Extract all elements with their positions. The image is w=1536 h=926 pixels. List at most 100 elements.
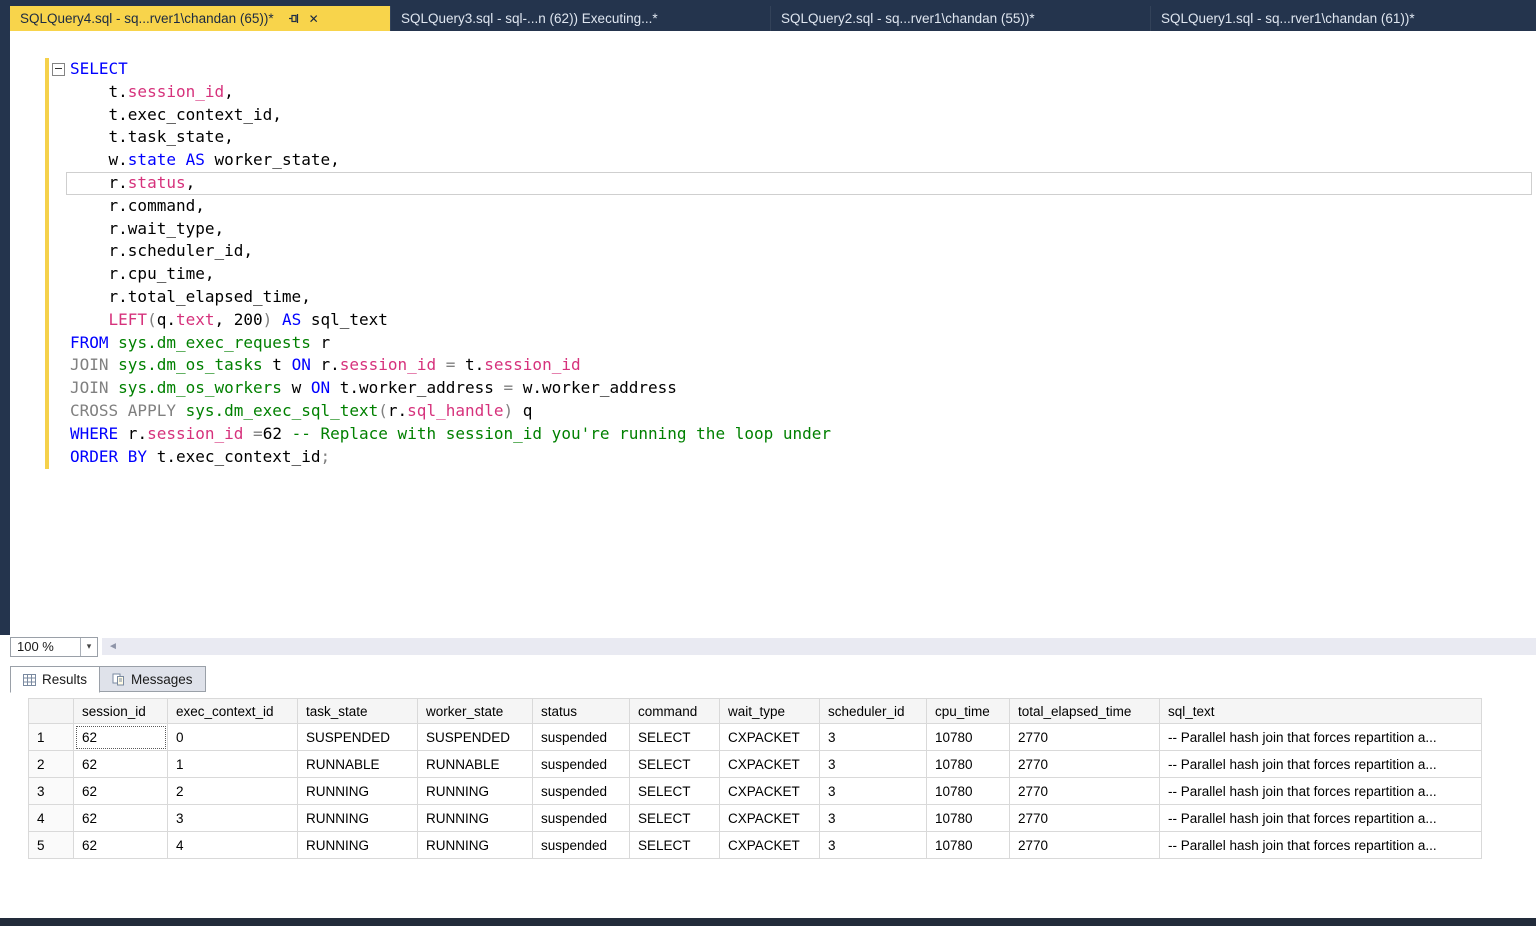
grid-cell[interactable]: 2770 bbox=[1010, 832, 1160, 859]
grid-cell[interactable]: 2770 bbox=[1010, 805, 1160, 832]
grid-column-header[interactable]: wait_type bbox=[720, 699, 820, 724]
grid-cell[interactable]: SUSPENDED bbox=[418, 724, 533, 751]
pin-icon[interactable] bbox=[288, 13, 299, 24]
grid-cell[interactable]: 2770 bbox=[1010, 778, 1160, 805]
grid-cell[interactable]: 2770 bbox=[1010, 751, 1160, 778]
grid-cell[interactable]: CXPACKET bbox=[720, 751, 820, 778]
grid-cell[interactable]: 62 bbox=[74, 724, 168, 751]
grid-row-header[interactable]: 2 bbox=[29, 751, 74, 778]
grid-cell[interactable]: 62 bbox=[74, 778, 168, 805]
grid-cell[interactable]: -- Parallel hash join that forces repart… bbox=[1160, 805, 1482, 832]
close-icon[interactable]: ✕ bbox=[309, 12, 319, 26]
chevron-down-icon[interactable]: ▾ bbox=[80, 638, 97, 656]
grid-row-header[interactable]: 3 bbox=[29, 778, 74, 805]
grid-cell[interactable]: SELECT bbox=[630, 805, 720, 832]
tab-label: SQLQuery2.sql - sq...rver1\chandan (55))… bbox=[781, 11, 1035, 26]
code-line: JOIN sys.dm_os_workers w ON t.worker_add… bbox=[70, 377, 1536, 400]
grid-cell[interactable]: 0 bbox=[168, 724, 298, 751]
grid-cell[interactable]: CXPACKET bbox=[720, 724, 820, 751]
grid-cell[interactable]: SELECT bbox=[630, 778, 720, 805]
grid-cell[interactable]: 3 bbox=[820, 724, 927, 751]
grid-column-header[interactable]: command bbox=[630, 699, 720, 724]
code-line: JOIN sys.dm_os_tasks t ON r.session_id =… bbox=[70, 354, 1536, 377]
grid-cell[interactable]: SUSPENDED bbox=[298, 724, 418, 751]
grid-cell[interactable]: 2770 bbox=[1010, 724, 1160, 751]
grid-column-header[interactable]: exec_context_id bbox=[168, 699, 298, 724]
grid-row-header[interactable]: 1 bbox=[29, 724, 74, 751]
grid-cell[interactable]: 2 bbox=[168, 778, 298, 805]
code-line: LEFT(q.text, 200) AS sql_text bbox=[70, 309, 1536, 332]
collapse-toggle-icon[interactable] bbox=[52, 63, 65, 76]
grid-cell[interactable]: 62 bbox=[74, 805, 168, 832]
grid-cell[interactable]: 10780 bbox=[927, 832, 1010, 859]
code-line: r.command, bbox=[70, 195, 1536, 218]
grid-cell[interactable]: RUNNING bbox=[298, 805, 418, 832]
code-line: WHERE r.session_id =62 -- Replace with s… bbox=[70, 423, 1536, 446]
grid-cell[interactable]: suspended bbox=[533, 832, 630, 859]
grid-corner-cell[interactable] bbox=[29, 699, 74, 724]
grid-cell[interactable]: 3 bbox=[820, 832, 927, 859]
grid-column-header[interactable]: worker_state bbox=[418, 699, 533, 724]
grid-cell[interactable]: RUNNING bbox=[418, 778, 533, 805]
document-tab[interactable]: SQLQuery1.sql - sq...rver1\chandan (61))… bbox=[1150, 6, 1536, 31]
table-row: 4623RUNNINGRUNNINGsuspendedSELECTCXPACKE… bbox=[29, 805, 1482, 832]
table-row: 5624RUNNINGRUNNINGsuspendedSELECTCXPACKE… bbox=[29, 832, 1482, 859]
grid-cell[interactable]: SELECT bbox=[630, 724, 720, 751]
grid-cell[interactable]: SELECT bbox=[630, 832, 720, 859]
grid-row-header[interactable]: 5 bbox=[29, 832, 74, 859]
grid-cell[interactable]: 62 bbox=[74, 832, 168, 859]
grid-cell[interactable]: -- Parallel hash join that forces repart… bbox=[1160, 778, 1482, 805]
tab-label: Messages bbox=[131, 672, 193, 687]
document-tab-active[interactable]: SQLQuery4.sql - sq...rver1\chandan (65))… bbox=[10, 6, 390, 31]
code-area[interactable]: SELECT t.session_id, t.exec_context_id, … bbox=[70, 58, 1536, 468]
grid-cell[interactable]: CXPACKET bbox=[720, 832, 820, 859]
grid-column-header[interactable]: cpu_time bbox=[927, 699, 1010, 724]
grid-cell[interactable]: 62 bbox=[74, 751, 168, 778]
grid-column-header[interactable]: total_elapsed_time bbox=[1010, 699, 1160, 724]
scroll-left-icon[interactable]: ◄ bbox=[108, 641, 118, 652]
grid-cell[interactable]: 10780 bbox=[927, 805, 1010, 832]
tab-messages[interactable]: Messages bbox=[100, 666, 206, 692]
grid-cell[interactable]: 10780 bbox=[927, 751, 1010, 778]
document-tab[interactable]: SQLQuery2.sql - sq...rver1\chandan (55))… bbox=[770, 6, 1150, 31]
zoom-control[interactable]: 100 % ▾ bbox=[10, 637, 98, 657]
grid-cell[interactable]: 4 bbox=[168, 832, 298, 859]
grid-cell[interactable]: suspended bbox=[533, 751, 630, 778]
grid-cell[interactable]: RUNNABLE bbox=[418, 751, 533, 778]
grid-cell[interactable]: RUNNING bbox=[418, 805, 533, 832]
horizontal-scrollbar[interactable]: ◄ bbox=[102, 638, 1536, 655]
grid-cell[interactable]: 10780 bbox=[927, 778, 1010, 805]
grid-cell[interactable]: 3 bbox=[820, 778, 927, 805]
grid-cell[interactable]: RUNNING bbox=[298, 778, 418, 805]
grid-cell[interactable]: 3 bbox=[820, 805, 927, 832]
grid-cell[interactable]: -- Parallel hash join that forces repart… bbox=[1160, 724, 1482, 751]
grid-column-header[interactable]: scheduler_id bbox=[820, 699, 927, 724]
grid-cell[interactable]: RUNNING bbox=[298, 832, 418, 859]
grid-cell[interactable]: suspended bbox=[533, 778, 630, 805]
grid-row-header[interactable]: 4 bbox=[29, 805, 74, 832]
grid-column-header[interactable]: sql_text bbox=[1160, 699, 1482, 724]
grid-cell[interactable]: suspended bbox=[533, 805, 630, 832]
grid-column-header[interactable]: session_id bbox=[74, 699, 168, 724]
grid-cell[interactable]: 1 bbox=[168, 751, 298, 778]
grid-cell[interactable]: 10780 bbox=[927, 724, 1010, 751]
tab-bar: SQLQuery4.sql - sq...rver1\chandan (65))… bbox=[0, 0, 1536, 31]
code-line: w.state AS worker_state, bbox=[70, 149, 1536, 172]
grid-column-header[interactable]: status bbox=[533, 699, 630, 724]
grid-cell[interactable]: RUNNABLE bbox=[298, 751, 418, 778]
grid-cell[interactable]: SELECT bbox=[630, 751, 720, 778]
grid-cell[interactable]: 3 bbox=[168, 805, 298, 832]
code-line: r.wait_type, bbox=[70, 218, 1536, 241]
tab-label: SQLQuery4.sql - sq...rver1\chandan (65))… bbox=[20, 11, 274, 26]
grid-cell[interactable]: CXPACKET bbox=[720, 805, 820, 832]
grid-cell[interactable]: RUNNING bbox=[418, 832, 533, 859]
grid-column-header[interactable]: task_state bbox=[298, 699, 418, 724]
grid-cell[interactable]: CXPACKET bbox=[720, 778, 820, 805]
grid-cell[interactable]: suspended bbox=[533, 724, 630, 751]
tab-results[interactable]: Results bbox=[10, 666, 100, 693]
grid-cell[interactable]: -- Parallel hash join that forces repart… bbox=[1160, 832, 1482, 859]
grid-cell[interactable]: -- Parallel hash join that forces repart… bbox=[1160, 751, 1482, 778]
table-row: 1620SUSPENDEDSUSPENDEDsuspendedSELECTCXP… bbox=[29, 724, 1482, 751]
grid-cell[interactable]: 3 bbox=[820, 751, 927, 778]
document-tab[interactable]: SQLQuery3.sql - sql-...n (62)) Executing… bbox=[390, 6, 770, 31]
